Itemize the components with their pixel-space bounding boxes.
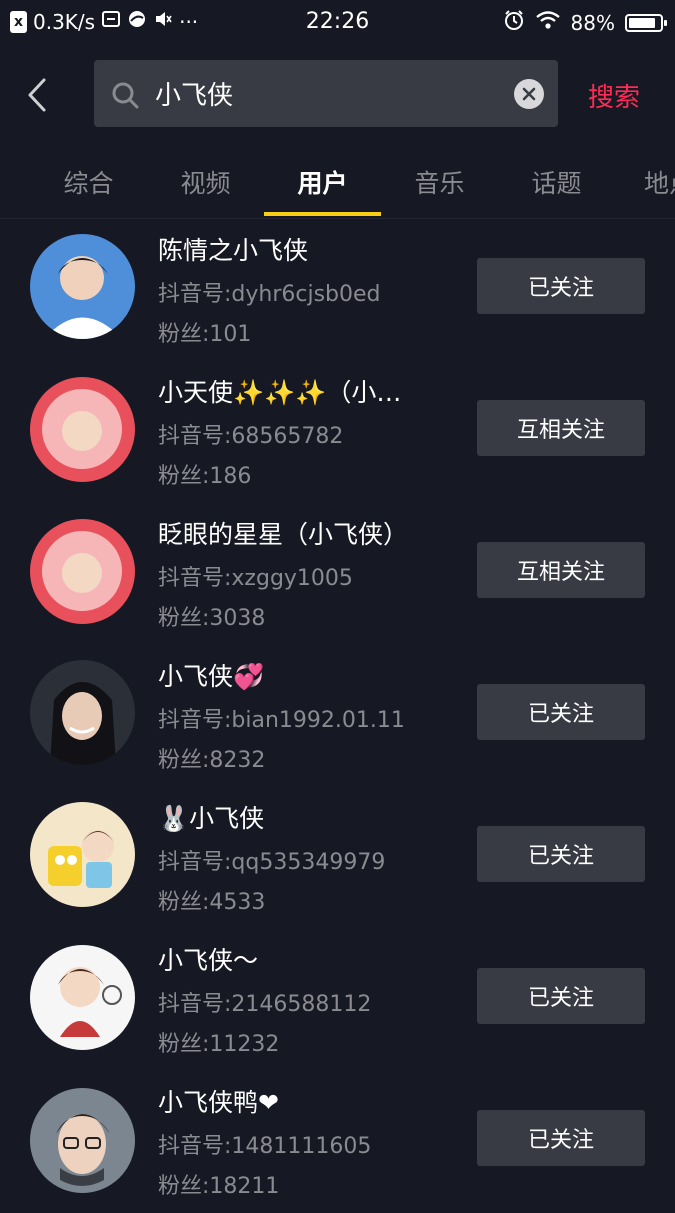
active-tab-indicator [264,212,381,216]
follow-button[interactable]: 已关注 [477,684,645,740]
user-fans: 粉丝:11232 [158,1032,280,1057]
user-douyin-id: 抖音号:dyhr6cjsb0ed [158,282,381,307]
avatar[interactable] [30,802,135,907]
search-icon [110,80,140,114]
tab-users[interactable]: 用户 [264,150,381,214]
user-douyin-id: 抖音号:1481111605 [158,1134,372,1159]
tab-videos[interactable]: 视频 [147,150,264,214]
user-row[interactable]: 小飞侠鸭❤ 抖音号:1481111605 粉丝:18211 已关注 [0,1071,675,1213]
user-row[interactable]: 小飞侠～ 抖音号:2146588112 粉丝:11232 已关注 [0,929,675,1071]
user-name: 小天使✨✨✨（小… [158,378,402,407]
user-row[interactable]: 眨眼的星星（小飞侠） 抖音号:xzggy1005 粉丝:3038 互相关注 [0,503,675,645]
user-row[interactable]: 小天使✨✨✨（小… 抖音号:68565782 粉丝:186 互相关注 [0,361,675,503]
user-douyin-id: 抖音号:qq535349979 [158,850,386,875]
user-row[interactable]: 小飞侠💞 抖音号:bian1992.01.11 粉丝:8232 已关注 [0,645,675,787]
user-row[interactable]: 🐰小飞侠 抖音号:qq535349979 粉丝:4533 已关注 [0,787,675,929]
mutual-follow-button[interactable]: 互相关注 [477,400,645,456]
clear-icon[interactable] [514,79,544,109]
avatar[interactable] [30,234,135,339]
user-fans: 粉丝:4533 [158,890,266,915]
tab-music[interactable]: 音乐 [381,150,498,214]
follow-button[interactable]: 已关注 [477,1110,645,1166]
user-fans: 粉丝:186 [158,464,252,489]
search-button[interactable]: 搜索 [588,72,640,118]
user-fans: 粉丝:3038 [158,606,266,631]
battery-percent: 88% [570,10,615,35]
search-query: 小飞侠 [155,81,234,111]
user-fans: 粉丝:101 [158,322,252,347]
user-name: 陈情之小飞侠 [158,236,309,265]
status-right: 88% [503,9,667,36]
follow-button[interactable]: 已关注 [477,258,645,314]
user-name: 小飞侠鸭❤ [158,1088,279,1117]
user-douyin-id: 抖音号:68565782 [158,424,344,449]
avatar[interactable] [30,377,135,482]
avatar[interactable] [30,1088,135,1193]
user-douyin-id: 抖音号:bian1992.01.11 [158,708,405,733]
back-arrow-icon [28,78,46,112]
alarm-icon [503,9,525,36]
user-douyin-id: 抖音号:2146588112 [158,992,372,1017]
user-name: 小飞侠～ [158,946,259,975]
tab-bar: 综合 视频 用户 音乐 话题 地点 [0,150,675,219]
tab-topics[interactable]: 话题 [498,150,615,214]
user-fans: 粉丝:8232 [158,748,266,773]
tab-comprehensive[interactable]: 综合 [30,150,147,214]
follow-button[interactable]: 已关注 [477,826,645,882]
user-name: 🐰小飞侠 [158,804,265,833]
avatar[interactable] [30,945,135,1050]
user-fans: 粉丝:18211 [158,1174,280,1199]
back-button[interactable] [22,72,52,118]
user-row[interactable]: 陈情之小飞侠 抖音号:dyhr6cjsb0ed 粉丝:101 已关注 [0,219,675,361]
follow-button[interactable]: 已关注 [477,968,645,1024]
wifi-icon [535,10,561,35]
avatar[interactable] [30,519,135,624]
user-douyin-id: 抖音号:xzggy1005 [158,566,353,591]
avatar[interactable] [30,660,135,765]
user-name: 眨眼的星星（小飞侠） [158,520,409,549]
battery-level [629,17,655,28]
mutual-follow-button[interactable]: 互相关注 [477,542,645,598]
user-name: 小飞侠💞 [158,662,265,691]
battery-icon [625,13,667,32]
status-bar: x 0.3K/s ··· 22:26 88% [0,0,675,46]
search-input[interactable]: 小飞侠 [94,60,558,127]
tab-locations[interactable]: 地点 [644,150,675,214]
